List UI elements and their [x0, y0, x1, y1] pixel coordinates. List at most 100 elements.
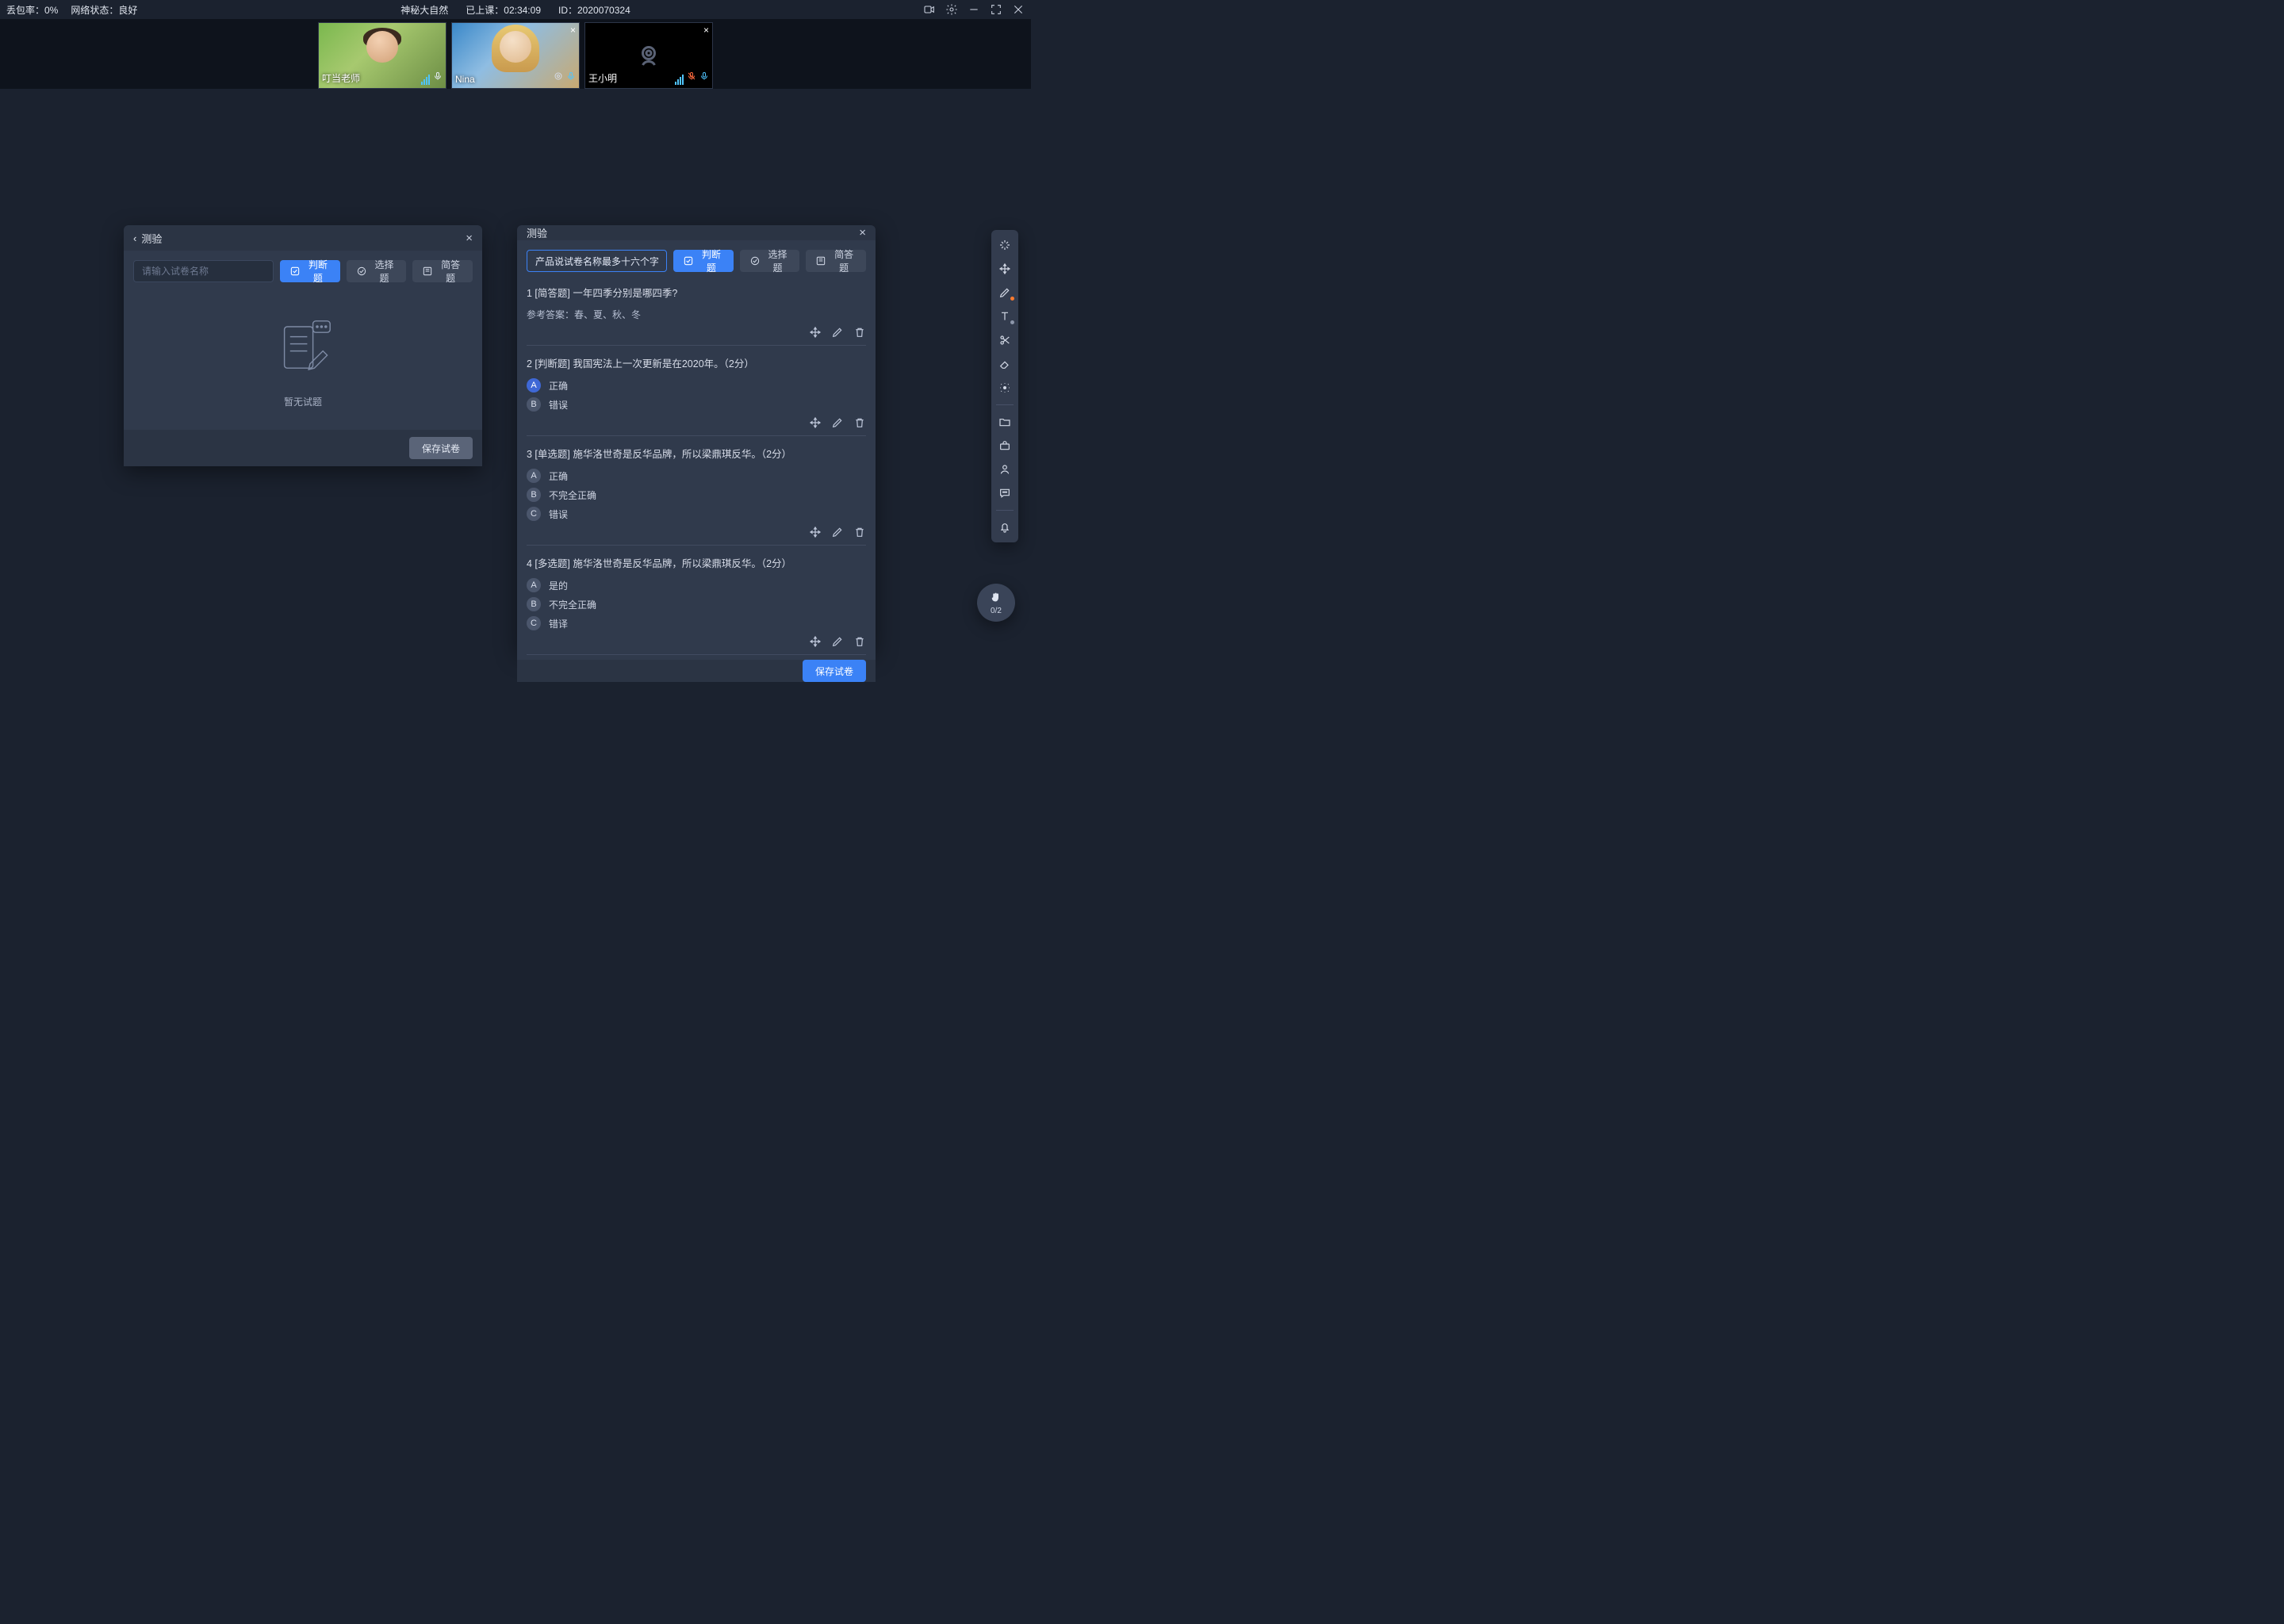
- mic-icon: [699, 71, 709, 85]
- option-text: 正确: [549, 469, 568, 483]
- option-letter: B: [527, 597, 541, 611]
- quiz-panel-empty: ‹ 测验 × 判断题 选择题 简答题 暂无试题 保存试卷: [124, 225, 482, 466]
- option-row[interactable]: B错误: [527, 397, 866, 412]
- pointer-tool-icon[interactable]: [994, 235, 1016, 255]
- question-block: 3 [单选题] 施华洛世奇是反华品牌，所以梁鼎琪反华。（2分） A 正确 B 不完全正确…: [527, 436, 866, 546]
- target-icon: [554, 71, 563, 85]
- panel-title: 测验: [527, 225, 547, 240]
- option-letter: C: [527, 507, 541, 521]
- chip-judge[interactable]: 判断题: [673, 250, 734, 272]
- participant-name: Nina: [455, 74, 475, 85]
- option-row[interactable]: B 不完全正确: [527, 597, 866, 611]
- delete-question-icon[interactable]: [853, 526, 866, 538]
- top-bar: 丢包率：0% 网络状态：良好 神秘大自然 已上课：02:34:09 ID：202…: [0, 0, 1031, 19]
- chat-tool-icon[interactable]: [994, 483, 1016, 504]
- option-text: 正确: [549, 379, 568, 393]
- user-tool-icon[interactable]: [994, 459, 1016, 480]
- empty-text: 暂无试题: [284, 395, 322, 408]
- pen-tool-icon[interactable]: [994, 282, 1016, 303]
- edit-question-icon[interactable]: [831, 635, 844, 648]
- video-tile-student2[interactable]: × 王小明: [584, 22, 713, 89]
- video-tile-student1[interactable]: × Nina: [451, 22, 580, 89]
- question-header: 1 [简答题] 一年四季分别是哪四季?: [527, 285, 866, 300]
- move-tool-icon[interactable]: [994, 259, 1016, 279]
- toolbox-tool-icon[interactable]: [994, 435, 1016, 456]
- question-block: 1 [简答题] 一年四季分别是哪四季? 参考答案：春、夏、秋、冬: [527, 275, 866, 346]
- signal-icon: [675, 75, 684, 85]
- settings-gear-icon[interactable]: [945, 3, 958, 16]
- option-text: 错译: [549, 617, 568, 630]
- network-state: 网络状态：良好: [71, 3, 137, 17]
- save-quiz-button[interactable]: 保存试卷: [409, 437, 473, 459]
- empty-state: 暂无试题: [124, 290, 482, 430]
- option-row[interactable]: A 正确: [527, 469, 866, 483]
- panel-close-icon[interactable]: ×: [466, 232, 473, 245]
- loss-rate: 丢包率：0%: [6, 3, 58, 17]
- video-tile-teacher[interactable]: 叮当老师: [318, 22, 446, 89]
- participant-name: 王小明: [588, 71, 617, 85]
- option-letter: A: [527, 578, 541, 592]
- question-header: 2 [判断题] 我国宪法上一次更新是在2020年。（2分）: [527, 355, 866, 370]
- side-toolbar: [991, 230, 1018, 542]
- video-row: 叮当老师 × Nina × 王小明: [0, 19, 1031, 89]
- option-letter: B: [527, 488, 541, 502]
- option-letter: B: [527, 397, 541, 412]
- chip-short-answer[interactable]: 简答题: [412, 260, 473, 282]
- delete-question-icon[interactable]: [853, 416, 866, 429]
- option-row[interactable]: C 错译: [527, 616, 866, 630]
- question-answer: 参考答案：春、夏、秋、冬: [527, 308, 866, 321]
- question-header: 3 [单选题] 施华洛世奇是反华品牌，所以梁鼎琪反华。（2分）: [527, 446, 866, 461]
- hand-count: 0/2: [991, 607, 1002, 615]
- question-header: 4 [多选题] 施华洛世奇是反华品牌，所以梁鼎琪反华。（2分）: [527, 555, 866, 570]
- move-question-icon[interactable]: [809, 416, 822, 429]
- tile-close-icon[interactable]: ×: [703, 25, 709, 36]
- delete-question-icon[interactable]: [853, 635, 866, 648]
- move-question-icon[interactable]: [809, 635, 822, 648]
- option-text: 是的: [549, 579, 568, 592]
- eraser-tool-icon[interactable]: [994, 354, 1016, 374]
- camera-toggle-icon[interactable]: [923, 3, 936, 16]
- edit-question-icon[interactable]: [831, 326, 844, 339]
- back-chevron-icon[interactable]: ‹: [133, 232, 136, 244]
- option-row[interactable]: A 是的: [527, 578, 866, 592]
- fullscreen-icon[interactable]: [990, 3, 1002, 16]
- panel-title: 测验: [141, 231, 162, 246]
- option-text: 错误: [549, 508, 568, 521]
- option-row[interactable]: A正确: [527, 378, 866, 393]
- save-quiz-button[interactable]: 保存试卷: [803, 660, 866, 682]
- option-text: 不完全正确: [549, 488, 596, 502]
- participant-name: 叮当老师: [322, 71, 360, 85]
- mic-icon: [433, 71, 443, 85]
- chip-choice[interactable]: 选择题: [740, 250, 800, 272]
- mic-muted-icon: [687, 71, 696, 85]
- chip-choice[interactable]: 选择题: [347, 260, 407, 282]
- option-row[interactable]: C 错误: [527, 507, 866, 521]
- course-title: 神秘大自然: [400, 3, 448, 17]
- brightness-tool-icon[interactable]: [994, 377, 1016, 398]
- close-window-icon[interactable]: [1012, 3, 1025, 16]
- chip-judge[interactable]: 判断题: [280, 260, 340, 282]
- text-tool-icon[interactable]: [994, 306, 1016, 327]
- folder-tool-icon[interactable]: [994, 412, 1016, 432]
- quiz-name-input[interactable]: [133, 260, 274, 282]
- question-block: 2 [判断题] 我国宪法上一次更新是在2020年。（2分） A正确 B错误: [527, 346, 866, 436]
- elapsed-time: 已上课：02:34:09: [466, 3, 541, 17]
- move-question-icon[interactable]: [809, 526, 822, 538]
- option-row[interactable]: B 不完全正确: [527, 488, 866, 502]
- chip-short-answer[interactable]: 简答题: [806, 250, 866, 272]
- option-text: 不完全正确: [549, 598, 596, 611]
- quiz-title-input[interactable]: [527, 250, 667, 272]
- bell-tool-icon[interactable]: [994, 517, 1016, 538]
- delete-question-icon[interactable]: [853, 326, 866, 339]
- mic-icon: [566, 71, 576, 85]
- option-letter: A: [527, 469, 541, 483]
- edit-question-icon[interactable]: [831, 416, 844, 429]
- scissors-tool-icon[interactable]: [994, 330, 1016, 350]
- edit-question-icon[interactable]: [831, 526, 844, 538]
- option-letter: C: [527, 616, 541, 630]
- move-question-icon[interactable]: [809, 326, 822, 339]
- tile-close-icon[interactable]: ×: [570, 25, 576, 36]
- panel-close-icon[interactable]: ×: [859, 226, 866, 239]
- raise-hand-button[interactable]: 0/2: [977, 584, 1015, 622]
- minimize-icon[interactable]: [968, 3, 980, 16]
